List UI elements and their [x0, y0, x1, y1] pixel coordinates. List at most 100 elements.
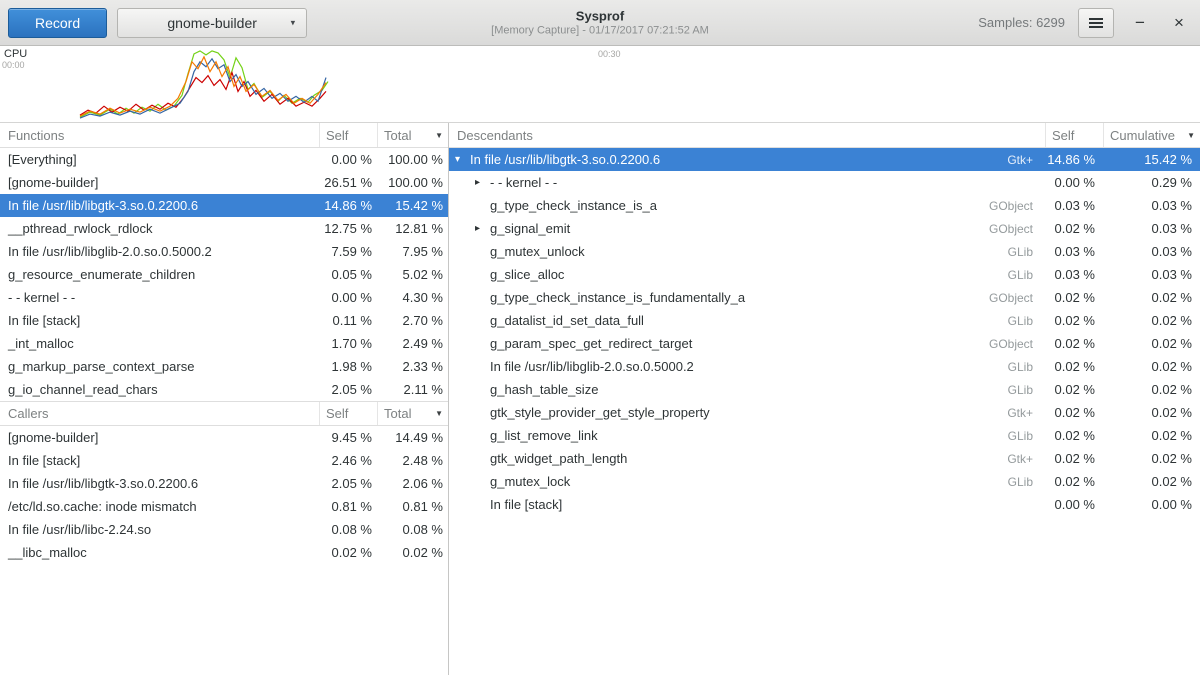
table-row[interactable]: In file /usr/lib/libglib-2.0.so.0.5000.2…	[0, 240, 448, 263]
column-header-self[interactable]: Self	[1045, 123, 1103, 147]
table-row[interactable]: In file /usr/lib/libgtk-3.so.0.2200.62.0…	[0, 472, 448, 495]
tree-row[interactable]: g_type_check_instance_is_fundamentally_a…	[449, 286, 1200, 309]
tree-row[interactable]: In file [stack]0.00 %0.00 %	[449, 493, 1200, 516]
table-row[interactable]: g_io_channel_read_chars2.05 %2.11 %	[0, 378, 448, 401]
close-button[interactable]: ×	[1166, 10, 1192, 36]
target-process-label: gnome-builder	[167, 15, 257, 31]
cell-cumulative-percent: 0.02 %	[1103, 336, 1200, 351]
functions-table-header: Functions Self Total ▼	[0, 123, 448, 148]
column-header-self[interactable]: Self	[319, 402, 377, 425]
cell-self-percent: 0.00 %	[319, 290, 377, 305]
timeline-mid-label: 00:30	[598, 49, 621, 59]
headerbar-right: Samples: 6299 − ×	[978, 8, 1192, 38]
table-row[interactable]: g_markup_parse_context_parse1.98 %2.33 %	[0, 355, 448, 378]
table-row[interactable]: /etc/ld.so.cache: inode mismatch0.81 %0.…	[0, 495, 448, 518]
chevron-down-icon: ▾	[291, 17, 296, 28]
cpu-green-line	[80, 51, 328, 117]
tree-row[interactable]: In file /usr/lib/libglib-2.0.so.0.5000.2…	[449, 355, 1200, 378]
expander-closed-icon[interactable]: ▸	[475, 177, 490, 188]
table-row[interactable]: In file /usr/lib/libc-2.24.so0.08 %0.08 …	[0, 518, 448, 541]
window-title: Sysprof	[491, 8, 709, 24]
cell-function-name: In file [stack]	[490, 497, 975, 512]
cell-function-name: In file /usr/lib/libc-2.24.so	[0, 522, 319, 537]
tree-row[interactable]: g_slice_allocGLib0.03 %0.03 %	[449, 263, 1200, 286]
cell-function-name: __libc_malloc	[0, 545, 319, 560]
tree-row[interactable]: ▸g_signal_emitGObject0.02 %0.03 %	[449, 217, 1200, 240]
cell-function-name: g_param_spec_get_redirect_target	[490, 336, 975, 351]
table-row[interactable]: __libc_malloc0.02 %0.02 %	[0, 541, 448, 564]
cell-library-name: GLib	[975, 360, 1045, 374]
menu-button[interactable]	[1078, 8, 1114, 38]
tree-row[interactable]: g_list_remove_linkGLib0.02 %0.02 %	[449, 424, 1200, 447]
table-row[interactable]: __pthread_rwlock_rdlock12.75 %12.81 %	[0, 217, 448, 240]
table-row[interactable]: In file /usr/lib/libgtk-3.so.0.2200.614.…	[0, 194, 448, 217]
tree-row[interactable]: gtk_style_provider_get_style_propertyGtk…	[449, 401, 1200, 424]
cell-self-percent: 0.02 %	[1045, 221, 1103, 236]
column-header-functions[interactable]: Functions	[0, 128, 319, 143]
table-row[interactable]: [Everything]0.00 %100.00 %	[0, 148, 448, 171]
cell-total-percent: 2.48 %	[377, 453, 448, 468]
cell-self-percent: 0.02 %	[1045, 451, 1103, 466]
tree-row[interactable]: g_type_check_instance_is_aGObject0.03 %0…	[449, 194, 1200, 217]
cell-cumulative-percent: 0.02 %	[1103, 313, 1200, 328]
column-header-descendants[interactable]: Descendants	[449, 128, 1045, 143]
cell-self-percent: 0.00 %	[319, 152, 377, 167]
minimize-button[interactable]: −	[1127, 10, 1153, 36]
window-title-block: Sysprof [Memory Capture] - 01/17/2017 07…	[491, 8, 709, 37]
cell-library-name: Gtk+	[975, 153, 1045, 167]
table-row[interactable]: - - kernel - -0.00 %4.30 %	[0, 286, 448, 309]
cpu-graph[interactable]: CPU 00:00 00:30	[0, 46, 1200, 123]
table-row[interactable]: In file [stack]2.46 %2.48 %	[0, 449, 448, 472]
cell-function-name: [Everything]	[0, 152, 319, 167]
descendants-pane: Descendants Self Cumulative ▼ ▾In file /…	[449, 123, 1200, 675]
column-header-total-label: Total	[384, 406, 411, 421]
tree-row[interactable]: g_mutex_lockGLib0.02 %0.02 %	[449, 470, 1200, 493]
cell-library-name: GObject	[975, 199, 1045, 213]
cell-cumulative-percent: 0.29 %	[1103, 175, 1200, 190]
target-process-dropdown[interactable]: gnome-builder ▾	[117, 8, 307, 38]
cell-self-percent: 0.00 %	[1045, 497, 1103, 512]
cell-total-percent: 2.06 %	[377, 476, 448, 491]
cell-library-name: Gtk+	[975, 452, 1045, 466]
sysprof-window: Record gnome-builder ▾ Sysprof [Memory C…	[0, 0, 1200, 675]
table-row[interactable]: In file [stack]0.11 %2.70 %	[0, 309, 448, 332]
cell-cumulative-percent: 0.02 %	[1103, 405, 1200, 420]
tree-row[interactable]: gtk_widget_path_lengthGtk+0.02 %0.02 %	[449, 447, 1200, 470]
column-header-cumulative[interactable]: Cumulative ▼	[1103, 123, 1200, 147]
cell-self-percent: 0.02 %	[1045, 428, 1103, 443]
cell-library-name: GLib	[975, 268, 1045, 282]
column-header-total[interactable]: Total ▼	[377, 402, 448, 425]
cell-function-name: g_mutex_unlock	[490, 244, 975, 259]
tree-row[interactable]: ▸- - kernel - -0.00 %0.29 %	[449, 171, 1200, 194]
table-row[interactable]: [gnome-builder]26.51 %100.00 %	[0, 171, 448, 194]
cell-total-percent: 5.02 %	[377, 267, 448, 282]
sort-indicator-icon: ▼	[435, 131, 443, 140]
column-header-total[interactable]: Total ▼	[377, 123, 448, 147]
tree-row[interactable]: g_mutex_unlockGLib0.03 %0.03 %	[449, 240, 1200, 263]
tree-row[interactable]: g_datalist_id_set_data_fullGLib0.02 %0.0…	[449, 309, 1200, 332]
sort-indicator-icon: ▼	[1187, 131, 1195, 140]
expander-closed-icon[interactable]: ▸	[475, 223, 490, 234]
cell-self-percent: 7.59 %	[319, 244, 377, 259]
record-button[interactable]: Record	[8, 8, 107, 38]
cell-function-name: gtk_style_provider_get_style_property	[490, 405, 975, 420]
cell-function-name: In file /usr/lib/libgtk-3.so.0.2200.6	[470, 152, 975, 167]
tree-row[interactable]: g_param_spec_get_redirect_targetGObject0…	[449, 332, 1200, 355]
tree-row[interactable]: ▾In file /usr/lib/libgtk-3.so.0.2200.6Gt…	[449, 148, 1200, 171]
column-header-self[interactable]: Self	[319, 123, 377, 147]
cell-self-percent: 1.98 %	[319, 359, 377, 374]
column-header-callers[interactable]: Callers	[0, 406, 319, 421]
tree-row[interactable]: g_hash_table_sizeGLib0.02 %0.02 %	[449, 378, 1200, 401]
cell-library-name: GLib	[975, 475, 1045, 489]
cell-self-percent: 26.51 %	[319, 175, 377, 190]
cell-function-name: [gnome-builder]	[0, 175, 319, 190]
table-row[interactable]: g_resource_enumerate_children0.05 %5.02 …	[0, 263, 448, 286]
cell-cumulative-percent: 0.02 %	[1103, 382, 1200, 397]
expander-open-icon[interactable]: ▾	[455, 154, 470, 165]
table-row[interactable]: [gnome-builder]9.45 %14.49 %	[0, 426, 448, 449]
cell-library-name: GLib	[975, 429, 1045, 443]
cell-function-name: gtk_widget_path_length	[490, 451, 975, 466]
functions-table-body: [Everything]0.00 %100.00 %[gnome-builder…	[0, 148, 448, 401]
callers-table-body: [gnome-builder]9.45 %14.49 %In file [sta…	[0, 426, 448, 564]
table-row[interactable]: _int_malloc1.70 %2.49 %	[0, 332, 448, 355]
